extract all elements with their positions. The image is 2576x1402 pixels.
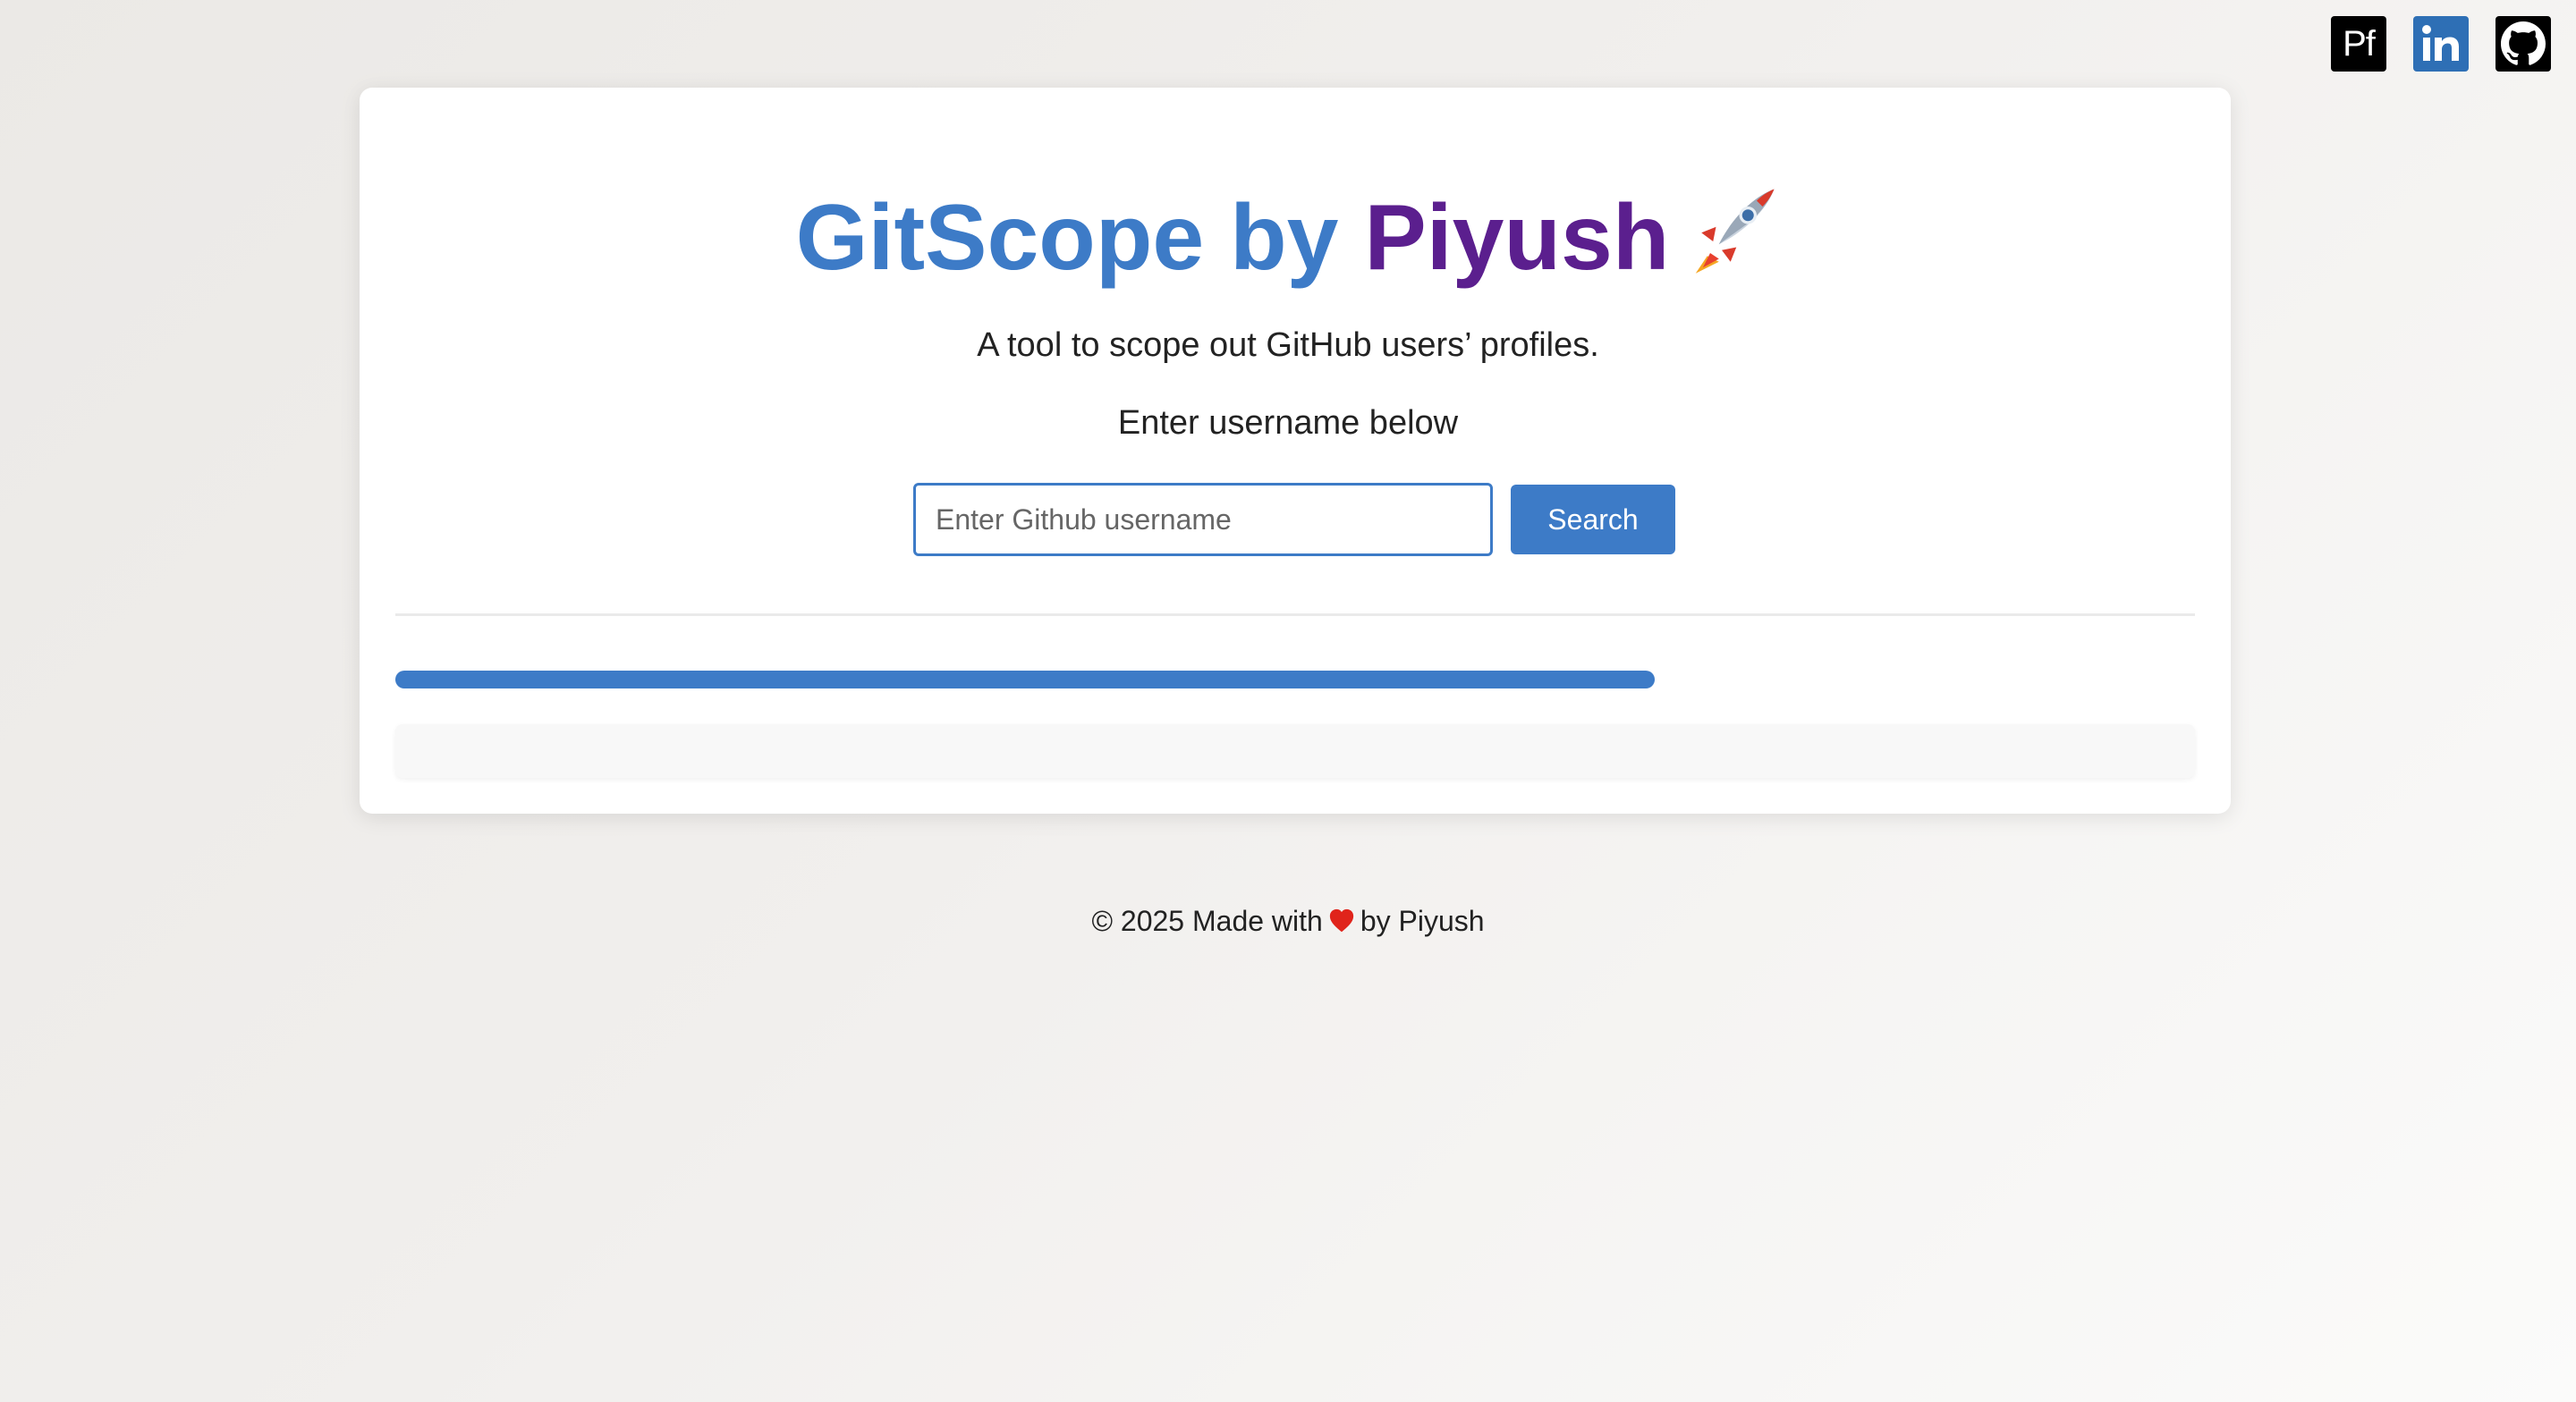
title-brand: GitScope by — [795, 186, 1365, 290]
portfolio-icon-label: Pf — [2343, 23, 2376, 63]
divider — [395, 613, 2195, 616]
username-prompt: Enter username below — [1117, 404, 1459, 442]
footer-suffix: by Piyush — [1360, 905, 1485, 937]
search-button[interactable]: Search — [1511, 485, 1675, 554]
search-row: Search — [913, 483, 1675, 556]
portfolio-icon[interactable]: Pf — [2331, 16, 2386, 72]
rocket-icon — [1696, 189, 1775, 274]
linkedin-glyph — [2422, 25, 2459, 61]
footer-prefix: © 2025 Made with — [1091, 905, 1323, 937]
subtitle: A tool to scope out GitHub users’ profil… — [977, 326, 1599, 364]
github-glyph — [2501, 21, 2546, 65]
progress-bar — [395, 671, 2195, 688]
social-links: Pf — [2331, 16, 2551, 72]
search-input[interactable] — [913, 483, 1493, 556]
footer: © 2025 Made with by Piyush — [0, 905, 2576, 938]
results-panel — [395, 724, 2195, 778]
github-icon[interactable] — [2496, 16, 2551, 72]
page-title: GitScope by Piyush — [0, 183, 2576, 291]
heart-icon — [1329, 908, 1353, 933]
title-author: Piyush — [1364, 186, 1670, 290]
progress-fill — [395, 671, 1656, 688]
linkedin-icon[interactable] — [2413, 16, 2469, 72]
